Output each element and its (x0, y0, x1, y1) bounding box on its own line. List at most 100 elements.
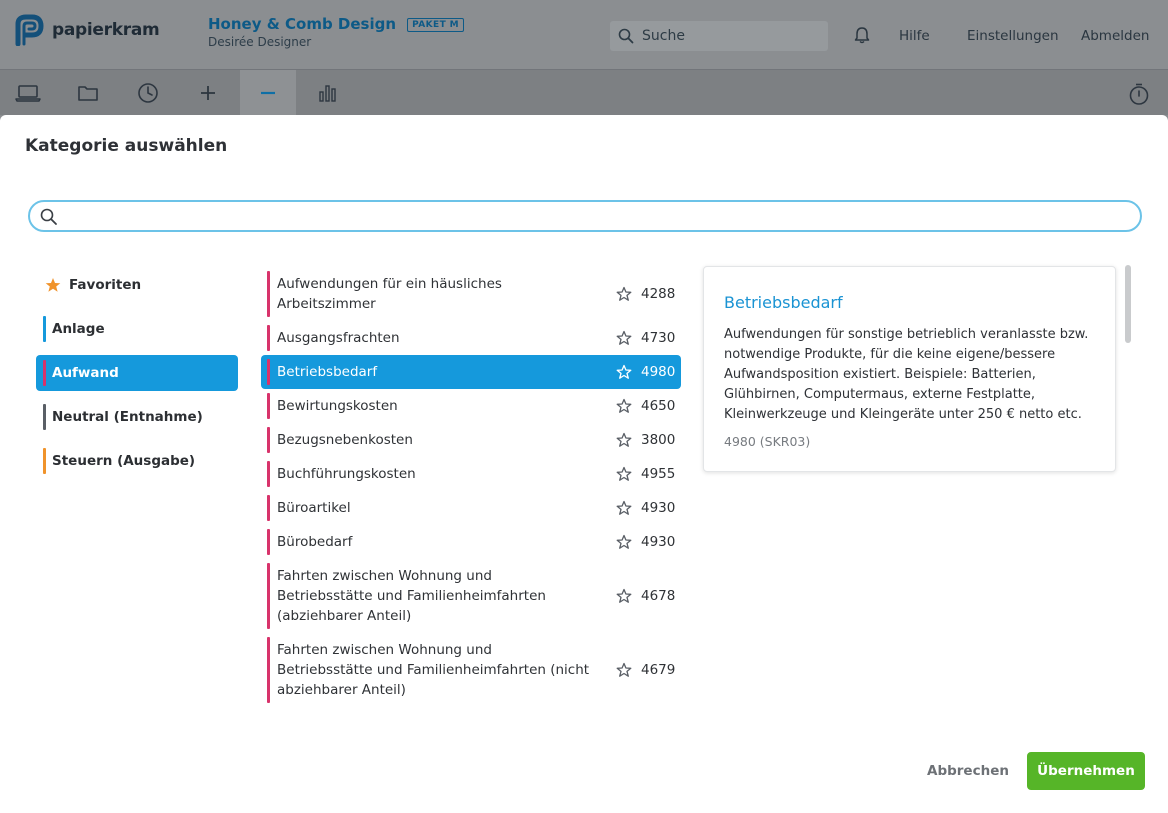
account-number: 4930 (641, 534, 676, 550)
laptop-icon (15, 85, 41, 102)
item-label: Betriebsbedarf (277, 364, 378, 380)
main-toolbar (0, 69, 1168, 116)
item-label: Bürobedarf (277, 534, 353, 550)
category-color-marker (43, 316, 46, 342)
plus-icon (201, 86, 215, 100)
category-color-marker (267, 427, 270, 453)
list-item[interactable]: Fahrten zwischen Wohnung und Betriebsstä… (261, 559, 681, 633)
plan-badge: PAKET M (407, 18, 465, 32)
star-outline-icon (616, 662, 632, 677)
category-item-list[interactable]: Aufwendungen für ein häusliches Arbeitsz… (261, 267, 681, 727)
papierkram-logo-icon (15, 14, 44, 46)
toolbar-income[interactable] (180, 70, 236, 116)
category-color-marker (267, 393, 270, 419)
company-switcher[interactable]: Honey & Comb Design PAKET M Desirée Desi… (208, 14, 465, 49)
nav-help[interactable]: Hilfe (899, 28, 930, 44)
account-number: 3800 (641, 432, 676, 448)
list-item[interactable]: Aufwendungen für ein häusliches Arbeitsz… (261, 267, 681, 321)
category-color-marker (267, 271, 270, 317)
account-number: 4955 (641, 466, 676, 482)
detail-title: Betriebsbedarf (724, 293, 843, 312)
category-group-label: Favoriten (69, 277, 142, 293)
toolbar-reports[interactable] (300, 70, 356, 116)
company-name: Honey & Comb Design (208, 15, 397, 33)
list-item[interactable]: Büroartikel 4930 (261, 491, 681, 525)
category-color-marker (43, 448, 46, 474)
category-search-input[interactable] (66, 205, 1126, 227)
list-item[interactable]: Bezugsnebenkosten 3800 (261, 423, 681, 457)
item-label: Büroartikel (277, 500, 351, 516)
notification-bell-icon[interactable] (854, 26, 870, 44)
dialog-title: Kategorie auswählen (25, 136, 228, 156)
category-group-favorites[interactable]: Favoriten (36, 267, 238, 303)
category-color-marker (267, 325, 270, 351)
global-search-placeholder: Suche (642, 28, 685, 44)
category-search[interactable] (28, 200, 1142, 232)
star-outline-icon (616, 500, 632, 515)
account-number: 4650 (641, 398, 676, 414)
list-item-selected[interactable]: Betriebsbedarf 4980 (261, 355, 681, 389)
category-dialog: Kategorie auswählen Favoriten Anlage Auf… (0, 115, 1168, 813)
nav-settings[interactable]: Einstellungen (967, 28, 1059, 44)
favorite-toggle[interactable] (615, 588, 633, 604)
favorite-toggle[interactable] (615, 500, 633, 516)
star-outline-icon (616, 534, 632, 549)
toolbar-dashboard[interactable] (0, 70, 56, 116)
global-search[interactable]: Suche (610, 21, 828, 51)
star-outline-icon (616, 364, 632, 379)
search-icon (618, 28, 634, 44)
favorite-toggle[interactable] (615, 432, 633, 448)
favorite-toggle[interactable] (615, 534, 633, 550)
category-color-marker (43, 404, 46, 430)
star-outline-icon (616, 286, 632, 301)
item-label: Bewirtungskosten (277, 398, 398, 414)
stopwatch-icon[interactable] (1128, 82, 1150, 106)
category-group-label: Anlage (52, 321, 105, 337)
user-name: Desirée Designer (208, 35, 312, 49)
category-color-marker (267, 461, 270, 487)
favorite-toggle[interactable] (615, 662, 633, 678)
star-outline-icon (616, 466, 632, 481)
star-outline-icon (616, 588, 632, 603)
list-item[interactable]: Ausgangsfrachten 4730 (261, 321, 681, 355)
category-detail-card: Betriebsbedarf Aufwendungen für sonstige… (703, 266, 1116, 472)
star-outline-icon (616, 398, 632, 413)
category-color-marker (267, 495, 270, 521)
favorite-toggle[interactable] (615, 466, 633, 482)
account-number: 4980 (641, 364, 676, 380)
list-item[interactable]: Buchführungskosten 4955 (261, 457, 681, 491)
list-item[interactable]: Bürobedarf 4930 (261, 525, 681, 559)
category-group-aufwand[interactable]: Aufwand (36, 355, 238, 391)
list-item[interactable]: Bewirtungskosten 4650 (261, 389, 681, 423)
toolbar-documents[interactable] (60, 70, 116, 116)
toolbar-time[interactable] (120, 70, 176, 116)
list-scrollbar-thumb[interactable] (1125, 265, 1131, 343)
favorite-toggle[interactable] (615, 330, 633, 346)
toolbar-expenses[interactable] (240, 70, 296, 116)
clock-icon (138, 83, 158, 103)
account-number: 4679 (641, 662, 676, 678)
category-group-anlage[interactable]: Anlage (36, 311, 238, 347)
category-group-neutral[interactable]: Neutral (Entnahme) (36, 399, 238, 435)
favorite-toggle[interactable] (615, 398, 633, 414)
category-group-steuern[interactable]: Steuern (Ausgabe) (36, 443, 238, 479)
bar-chart-icon (319, 85, 336, 102)
category-color-marker (267, 359, 270, 385)
star-outline-icon (616, 432, 632, 447)
account-number: 4930 (641, 500, 676, 516)
favorite-toggle[interactable] (615, 364, 633, 380)
star-filled-icon (45, 278, 61, 292)
nav-logout[interactable]: Abmelden (1081, 28, 1149, 44)
detail-description: Aufwendungen für sonstige betrieblich ve… (724, 327, 1089, 422)
favorite-toggle[interactable] (615, 286, 633, 302)
category-group-label: Steuern (Ausgabe) (52, 453, 196, 469)
category-group-label: Neutral (Entnahme) (52, 409, 203, 425)
list-item[interactable]: Fahrten zwischen Wohnung und Betriebsstä… (261, 633, 681, 707)
search-icon (40, 208, 57, 225)
account-number: 4730 (641, 330, 676, 346)
brand-logo[interactable]: papierkram (14, 14, 160, 46)
category-group-label: Aufwand (52, 365, 119, 381)
cancel-button[interactable]: Abbrechen (918, 752, 1018, 790)
item-label: Fahrten zwischen Wohnung und Betriebsstä… (277, 568, 546, 624)
confirm-button[interactable]: Übernehmen (1027, 752, 1145, 790)
